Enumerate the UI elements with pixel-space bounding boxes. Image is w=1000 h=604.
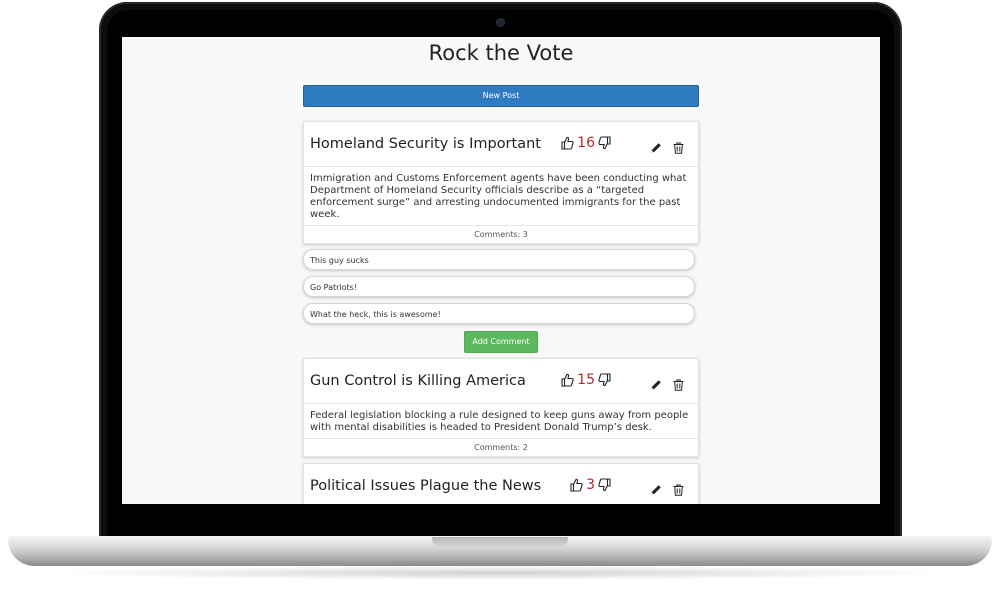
new-post-button[interactable]: New Post <box>303 85 699 107</box>
post-title: Homeland Security is Important <box>310 136 541 152</box>
thumbs-down-icon[interactable] <box>598 136 611 150</box>
vote-controls: 3 <box>570 477 611 493</box>
post-card: Political Issues Plague the News 3 <box>303 463 699 504</box>
thumbs-up-icon[interactable] <box>561 136 574 150</box>
comments-count[interactable]: Comments: 2 <box>304 439 698 456</box>
post-card: Homeland Security is Important 16 Immigr… <box>303 121 699 244</box>
camera-icon <box>497 19 504 26</box>
laptop-notch <box>432 537 568 548</box>
trash-icon[interactable] <box>673 481 684 500</box>
post-body: Federal legislation blocking a rule desi… <box>304 404 698 439</box>
vote-score: 16 <box>577 135 595 151</box>
comments-count[interactable]: Comments: 3 <box>304 226 698 243</box>
add-comment-button[interactable]: Add Comment <box>464 331 538 353</box>
vote-controls: 15 <box>561 372 611 388</box>
thumbs-up-icon[interactable] <box>561 373 574 387</box>
vote-score: 3 <box>586 477 595 493</box>
post-card: Gun Control is Killing America 15 Federa… <box>303 358 699 457</box>
post-body: Immigration and Customs Enforcement agen… <box>304 167 698 226</box>
comment-item: This guy sucks <box>303 249 695 270</box>
trash-icon[interactable] <box>673 376 684 395</box>
trash-icon[interactable] <box>673 139 684 158</box>
pencil-icon[interactable] <box>650 139 662 158</box>
page-title: Rock the Vote <box>428 41 574 65</box>
comment-item: Go Patriots! <box>303 276 695 297</box>
laptop-shadow <box>40 566 960 580</box>
pencil-icon[interactable] <box>650 481 662 500</box>
post-header: Political Issues Plague the News 3 <box>304 464 698 504</box>
thumbs-up-icon[interactable] <box>570 478 583 492</box>
app-screen: Rock the Vote New Post Homeland Security… <box>122 37 880 504</box>
vote-score: 15 <box>577 372 595 388</box>
thumbs-down-icon[interactable] <box>598 478 611 492</box>
post-header: Gun Control is Killing America 15 <box>304 359 698 404</box>
post-header: Homeland Security is Important 16 <box>304 122 698 167</box>
post-title: Political Issues Plague the News <box>310 478 542 494</box>
vote-controls: 16 <box>561 135 611 151</box>
pencil-icon[interactable] <box>650 376 662 395</box>
thumbs-down-icon[interactable] <box>598 373 611 387</box>
comment-item: What the heck, this is awesome! <box>303 303 695 324</box>
post-title: Gun Control is Killing America <box>310 373 526 389</box>
